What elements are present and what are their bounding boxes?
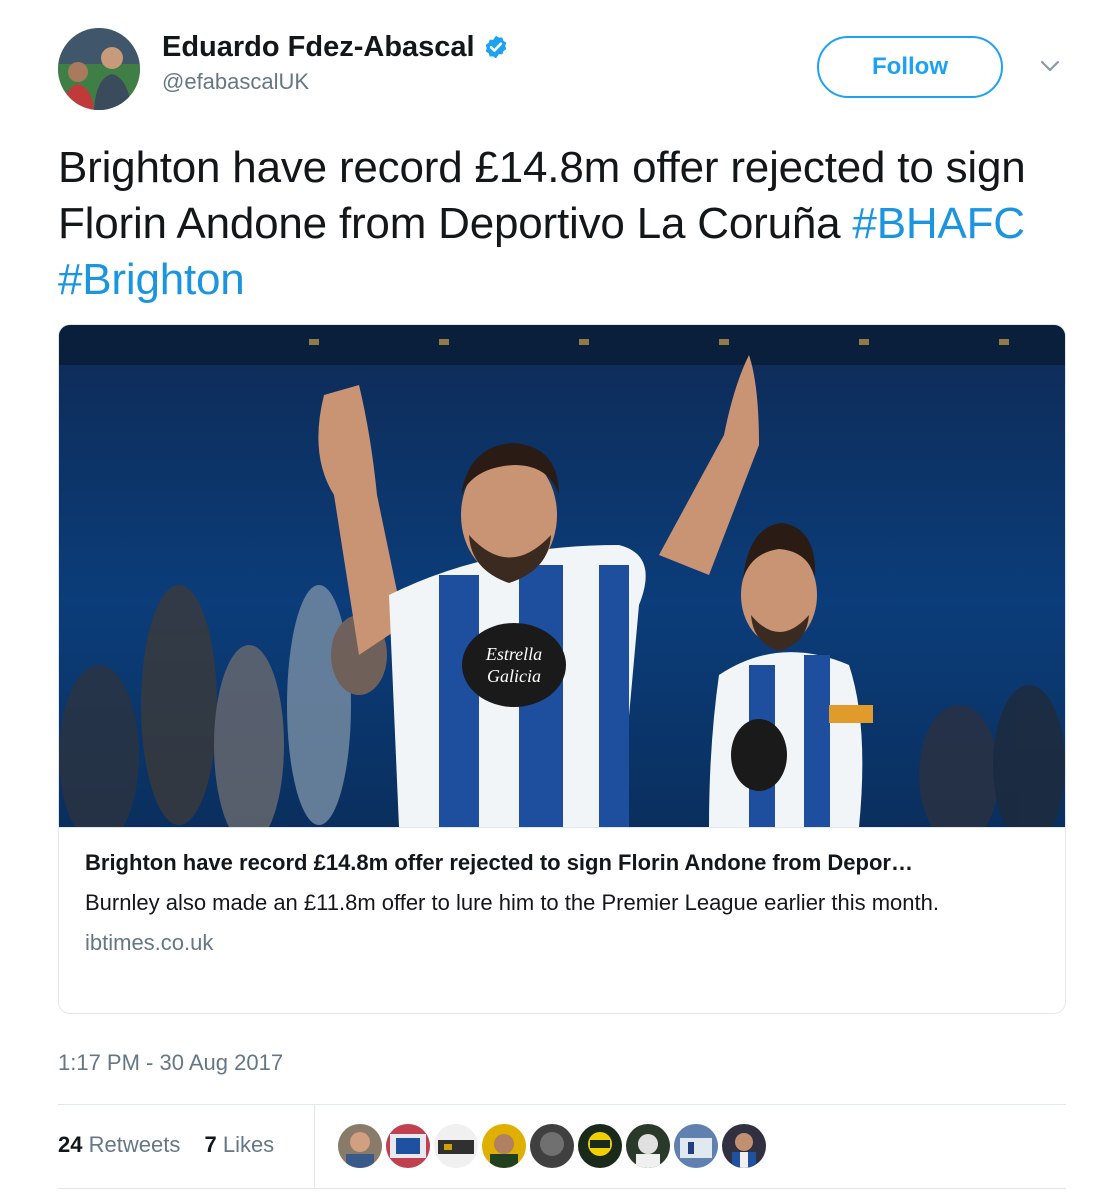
author-name-block: Eduardo Fdez-Abascal @efabascalUK xyxy=(162,30,509,96)
liker-avatar[interactable] xyxy=(338,1124,382,1168)
author-handle[interactable]: @efabascalUK xyxy=(162,68,509,96)
liker-avatar[interactable] xyxy=(674,1124,718,1168)
author-display-name[interactable]: Eduardo Fdez-Abascal xyxy=(162,30,509,64)
hashtag-link[interactable]: #BHAFC xyxy=(852,199,1025,248)
card-description: Burnley also made an £11.8m offer to lur… xyxy=(85,890,939,915)
likers-avatars xyxy=(338,1124,770,1168)
card-image[interactable]: Estrella Galicia xyxy=(59,325,1065,827)
retweets-stat[interactable]: 24 Retweets xyxy=(58,1132,180,1157)
retweets-count: 24 xyxy=(58,1132,83,1157)
tweet-header: Eduardo Fdez-Abascal @efabascalUK Follow xyxy=(58,28,1068,112)
card-title[interactable]: Brighton have record £14.8m offer reject… xyxy=(85,848,1039,878)
sponsor-text: Estrella xyxy=(485,644,542,664)
sponsor-text: Galicia xyxy=(487,666,541,686)
tweet-stats: 24 Retweets 7 Likes xyxy=(58,1130,292,1160)
liker-avatar[interactable] xyxy=(530,1124,574,1168)
liker-avatar[interactable] xyxy=(626,1124,670,1168)
card-domain: ibtimes.co.uk xyxy=(85,930,214,955)
liker-avatar[interactable] xyxy=(482,1124,526,1168)
card-body[interactable]: Brighton have record £14.8m offer reject… xyxy=(59,827,1065,1013)
hashtag-link[interactable]: #Brighton xyxy=(58,255,245,304)
liker-avatar[interactable] xyxy=(434,1124,478,1168)
display-name-text[interactable]: Eduardo Fdez-Abascal xyxy=(162,30,475,64)
follow-button[interactable]: Follow xyxy=(817,36,1003,98)
chevron-down-icon[interactable] xyxy=(1038,54,1062,78)
tweet-text: Brighton have record £14.8m offer reject… xyxy=(58,140,1068,308)
likes-label: Likes xyxy=(222,1132,275,1157)
link-preview-card[interactable]: Estrella Galicia Brighton have record £1… xyxy=(58,324,1066,1014)
likes-count: 7 xyxy=(204,1132,217,1157)
liker-avatar[interactable] xyxy=(386,1124,430,1168)
author-avatar[interactable] xyxy=(58,28,140,110)
liker-avatar[interactable] xyxy=(578,1124,622,1168)
retweets-label: Retweets xyxy=(88,1132,181,1157)
divider xyxy=(58,1188,1066,1189)
divider xyxy=(314,1104,315,1188)
liker-avatar[interactable] xyxy=(722,1124,766,1168)
tweet-timestamp[interactable]: 1:17 PM - 30 Aug 2017 xyxy=(58,1048,283,1078)
likes-stat[interactable]: 7 Likes xyxy=(204,1132,274,1157)
verified-badge-icon xyxy=(483,34,509,60)
divider xyxy=(58,1104,1066,1105)
